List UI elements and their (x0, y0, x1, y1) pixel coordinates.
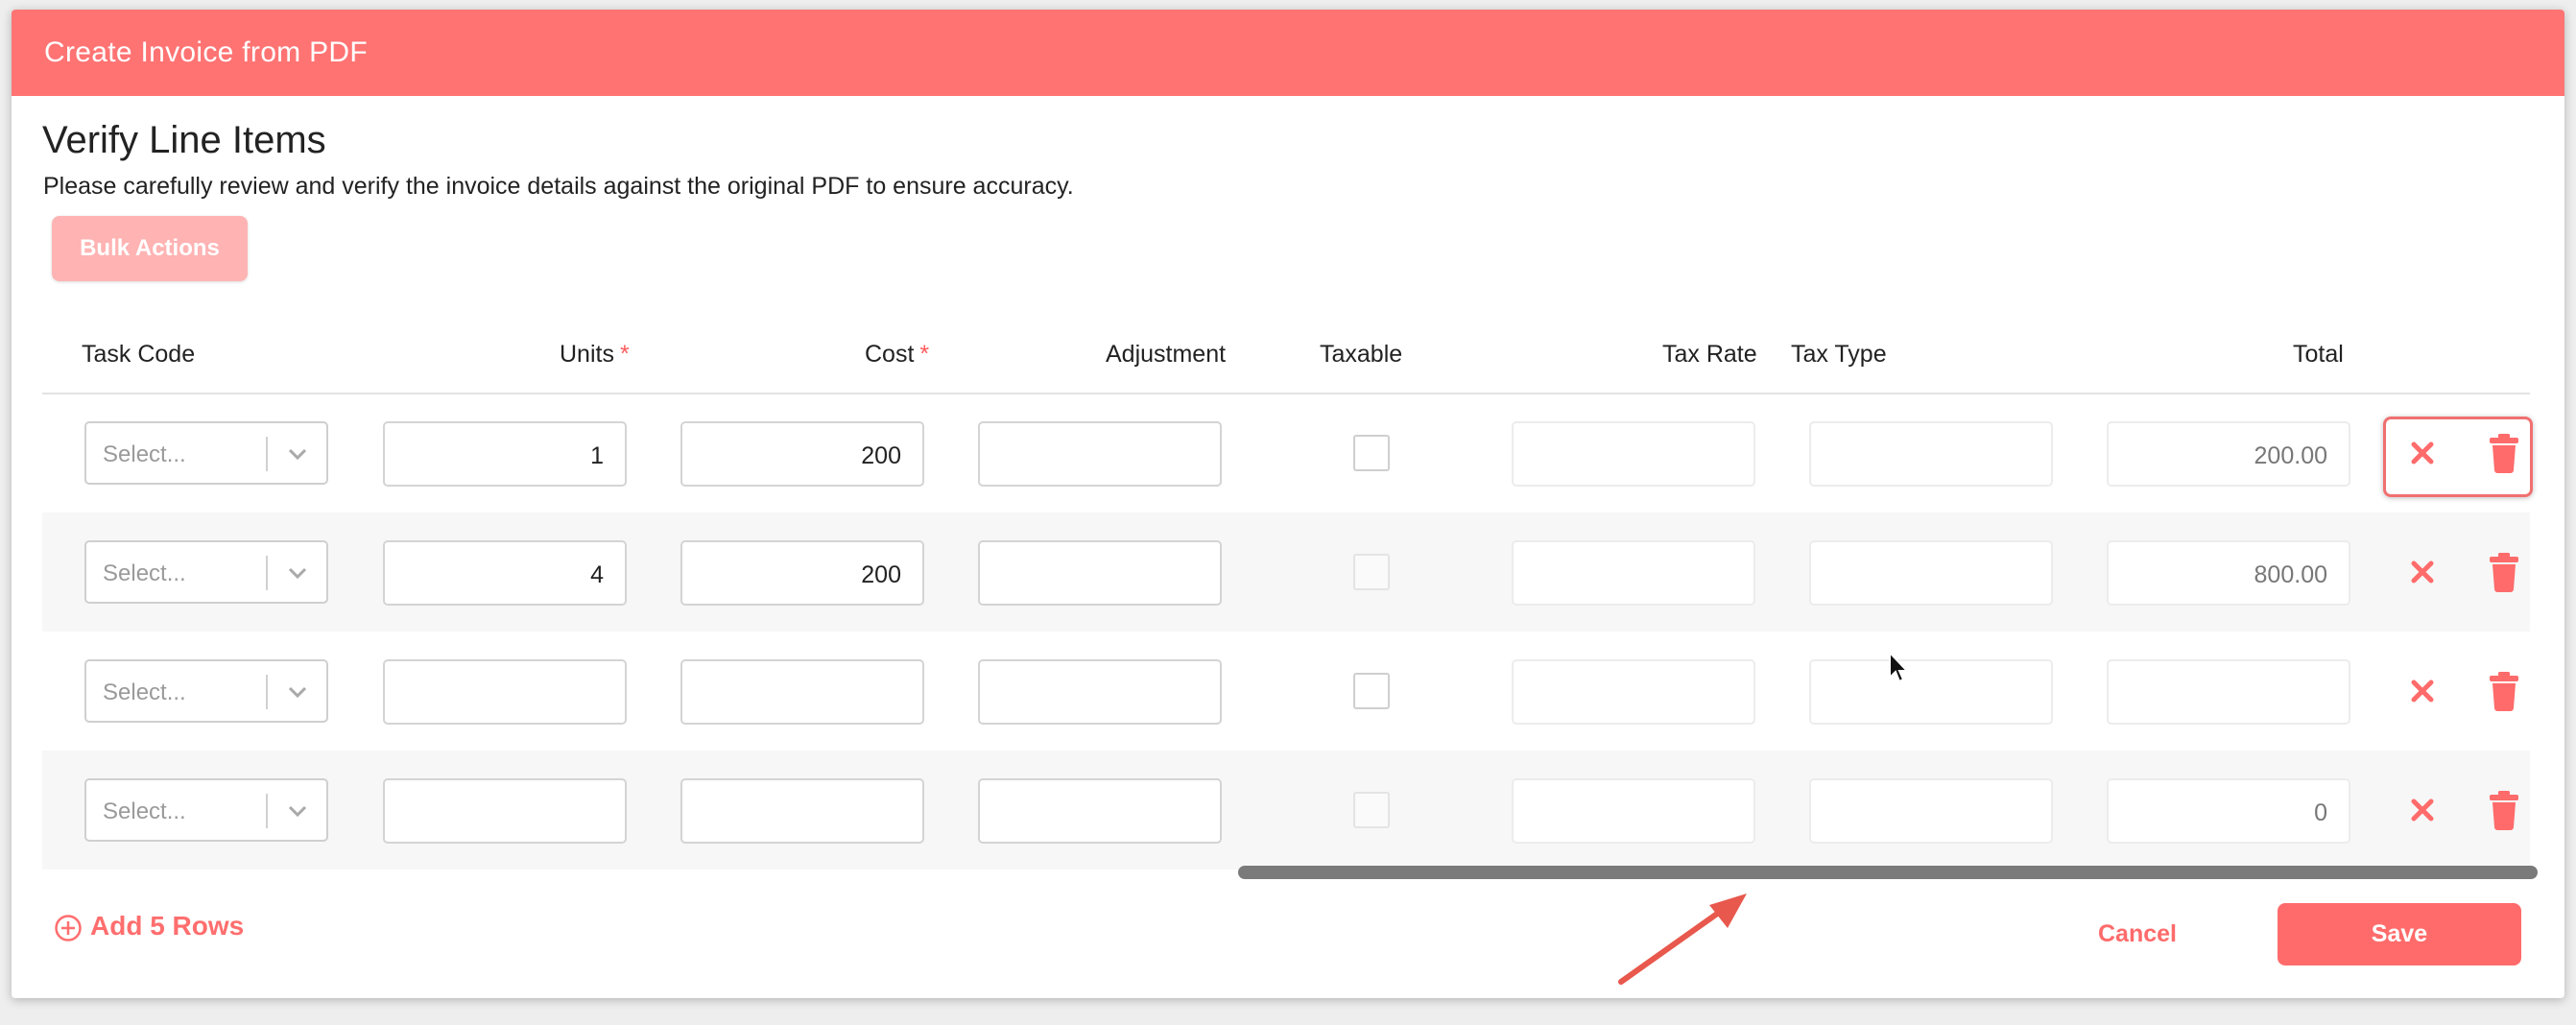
task-code-placeholder: Select... (103, 799, 186, 824)
taxable-checkbox[interactable] (1353, 792, 1390, 828)
adjustment-input[interactable] (978, 778, 1222, 844)
tax-rate-input[interactable] (1512, 659, 1755, 725)
column-header-tax-rate: Tax Rate (1662, 341, 1757, 368)
trash-icon[interactable] (2485, 670, 2523, 712)
cancel-button[interactable]: Cancel (2065, 902, 2209, 965)
line-item-row: Select... 0 (42, 751, 2530, 870)
bulk-actions-button[interactable]: Bulk Actions (52, 216, 248, 281)
adjustment-input[interactable] (978, 540, 1222, 606)
mouse-cursor-icon (1889, 651, 1910, 683)
taxable-checkbox[interactable] (1353, 435, 1390, 471)
modal-title: Create Invoice from PDF (44, 36, 369, 68)
chevron-down-icon (288, 805, 307, 818)
select-separator (266, 675, 268, 709)
tax-rate-input[interactable] (1512, 540, 1755, 606)
select-separator (266, 437, 268, 471)
column-header-taxable: Taxable (1320, 341, 1403, 368)
column-header-adjustment: Adjustment (1106, 341, 1227, 368)
add-rows-label: Add 5 Rows (90, 911, 245, 941)
adjustment-input[interactable] (978, 659, 1222, 725)
select-separator (266, 556, 268, 590)
taxable-checkbox[interactable] (1353, 554, 1390, 590)
total-field: 800.00 (2107, 540, 2350, 606)
task-code-select[interactable]: Select... (84, 540, 328, 604)
tax-type-input[interactable] (1809, 421, 2053, 487)
close-icon[interactable] (2403, 553, 2442, 591)
chevron-down-icon (288, 567, 307, 580)
task-code-placeholder: Select... (103, 560, 186, 586)
save-button[interactable]: Save (2278, 903, 2521, 965)
close-icon[interactable] (2403, 672, 2442, 710)
select-separator (266, 794, 268, 828)
total-field (2107, 659, 2350, 725)
units-input[interactable]: 1 (383, 421, 627, 487)
column-header-cost: Cost * (865, 341, 929, 369)
required-marker: * (919, 341, 930, 368)
create-invoice-modal: Create Invoice from PDF Verify Line Item… (12, 10, 2564, 998)
task-code-select[interactable]: Select... (84, 659, 328, 723)
chevron-down-icon (288, 686, 307, 699)
horizontal-scrollbar[interactable] (1238, 866, 2538, 879)
modal-header: Create Invoice from PDF (12, 10, 2564, 96)
column-header-units: Units * (560, 341, 630, 369)
trash-icon[interactable] (2485, 789, 2523, 831)
column-header-cost-label: Cost (865, 341, 915, 368)
units-input[interactable]: 4 (383, 540, 627, 606)
section-description: Please carefully review and verify the i… (43, 173, 1074, 200)
units-input[interactable] (383, 659, 627, 725)
column-header-total: Total (2293, 341, 2344, 368)
cost-input[interactable] (680, 778, 924, 844)
tax-rate-input[interactable] (1512, 421, 1755, 487)
required-marker: * (619, 341, 630, 368)
total-field: 200.00 (2107, 421, 2350, 487)
trash-icon[interactable] (2485, 551, 2523, 593)
taxable-checkbox[interactable] (1353, 673, 1390, 709)
plus-circle-icon (55, 915, 82, 942)
column-header-task-code: Task Code (82, 341, 196, 368)
task-code-select[interactable]: Select... (84, 778, 328, 842)
row-actions-highlight (2383, 417, 2533, 497)
tax-rate-input[interactable] (1512, 778, 1755, 844)
cost-input[interactable]: 200 (680, 421, 924, 487)
task-code-select[interactable]: Select... (84, 421, 328, 485)
close-icon[interactable] (2403, 791, 2442, 829)
tax-type-input[interactable] (1809, 778, 2053, 844)
section-title: Verify Line Items (42, 119, 326, 161)
total-field: 0 (2107, 778, 2350, 844)
column-header-tax-type: Tax Type (1791, 341, 1887, 368)
task-code-placeholder: Select... (103, 679, 186, 705)
tax-type-input[interactable] (1809, 659, 2053, 725)
units-input[interactable] (383, 778, 627, 844)
line-item-row: Select... (42, 632, 2530, 751)
chevron-down-icon (288, 448, 307, 461)
arrow-annotation-icon (1618, 894, 1747, 985)
line-item-row: Select... 4 200 800.00 (42, 512, 2530, 632)
task-code-placeholder: Select... (103, 441, 186, 467)
adjustment-input[interactable] (978, 421, 1222, 487)
cost-input[interactable] (680, 659, 924, 725)
tax-type-input[interactable] (1809, 540, 2053, 606)
line-item-row: Select... 1 200 200.00 (42, 393, 2530, 512)
column-header-units-label: Units (560, 341, 614, 368)
cost-input[interactable]: 200 (680, 540, 924, 606)
